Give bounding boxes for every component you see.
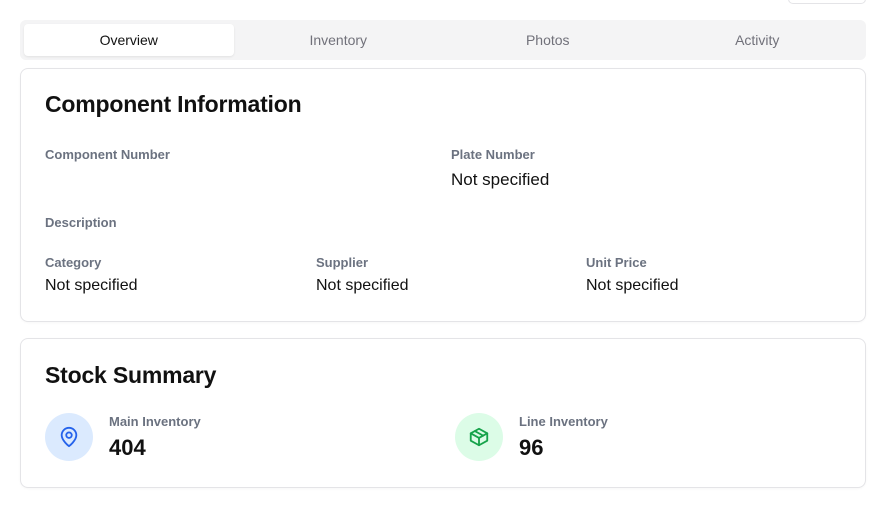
component-information-card: Component Information Component Number P… — [20, 68, 866, 322]
tab-inventory[interactable]: Inventory — [234, 24, 444, 56]
main-inventory-label: Main Inventory — [109, 414, 201, 429]
supplier-value: Not specified — [316, 277, 409, 294]
plate-number-label: Plate Number — [451, 147, 535, 162]
top-action-button[interactable] — [788, 0, 866, 4]
tab-activity[interactable]: Activity — [653, 24, 863, 56]
package-icon — [455, 413, 503, 461]
category-label: Category — [45, 255, 102, 270]
main-inventory-value: 404 — [109, 435, 146, 460]
component-number-label: Component Number — [45, 147, 170, 162]
component-information-title: Component Information — [45, 91, 302, 117]
unit-price-value: Not specified — [586, 277, 679, 294]
line-inventory-label: Line Inventory — [519, 414, 608, 429]
description-label: Description — [45, 215, 117, 230]
map-pin-icon — [45, 413, 93, 461]
category-value: Not specified — [45, 277, 138, 294]
tab-list: Overview Inventory Photos Activity — [20, 20, 866, 60]
line-inventory-value: 96 — [519, 435, 544, 460]
stock-summary-title: Stock Summary — [45, 362, 217, 388]
tab-photos[interactable]: Photos — [443, 24, 653, 56]
stock-summary-card: Stock Summary Main Inventory 404 Line In… — [20, 338, 866, 488]
unit-price-label: Unit Price — [586, 255, 647, 270]
plate-number-value: Not specified — [451, 170, 550, 189]
supplier-label: Supplier — [316, 255, 369, 270]
tab-overview[interactable]: Overview — [24, 24, 234, 56]
